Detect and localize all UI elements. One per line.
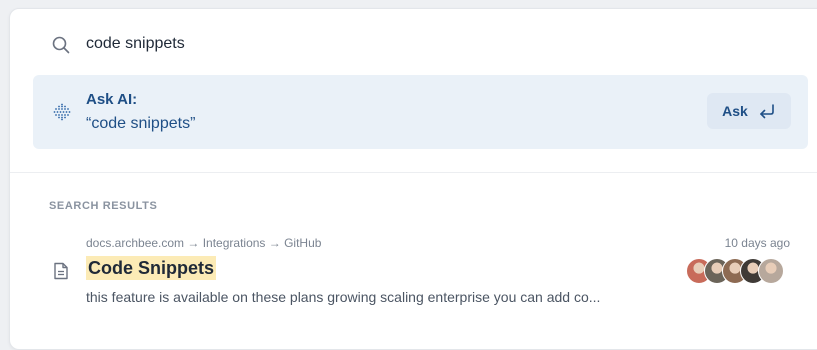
search-panel: Ask AI: “code snippets” Ask SEARCH RESUL…	[9, 8, 817, 350]
ask-ai-row[interactable]: Ask AI: “code snippets” Ask	[33, 75, 808, 149]
search-icon	[52, 36, 70, 54]
search-result-item[interactable]: docs.archbee.com → Integrations → GitHub…	[10, 231, 810, 311]
search-input[interactable]	[86, 35, 486, 53]
sparkle-dots-icon	[53, 103, 71, 121]
ask-ai-label: Ask AI:	[86, 91, 138, 108]
result-excerpt: this feature is available on these plans…	[86, 289, 601, 305]
document-icon	[54, 262, 68, 280]
search-results-heading: SEARCH RESULTS	[49, 200, 158, 212]
result-timestamp: 10 days ago	[724, 236, 790, 250]
search-row	[10, 9, 817, 73]
contributor-avatars	[686, 258, 796, 284]
ask-ai-query: “code snippets”	[86, 115, 196, 132]
result-title[interactable]: Code Snippets	[86, 256, 217, 280]
ask-button[interactable]: Ask	[707, 93, 791, 129]
result-breadcrumb: docs.archbee.com → Integrations → GitHub	[86, 236, 322, 250]
avatar-5	[758, 258, 784, 284]
divider	[10, 172, 817, 173]
enter-arrow-icon	[760, 104, 774, 119]
ask-button-label: Ask	[722, 103, 748, 119]
